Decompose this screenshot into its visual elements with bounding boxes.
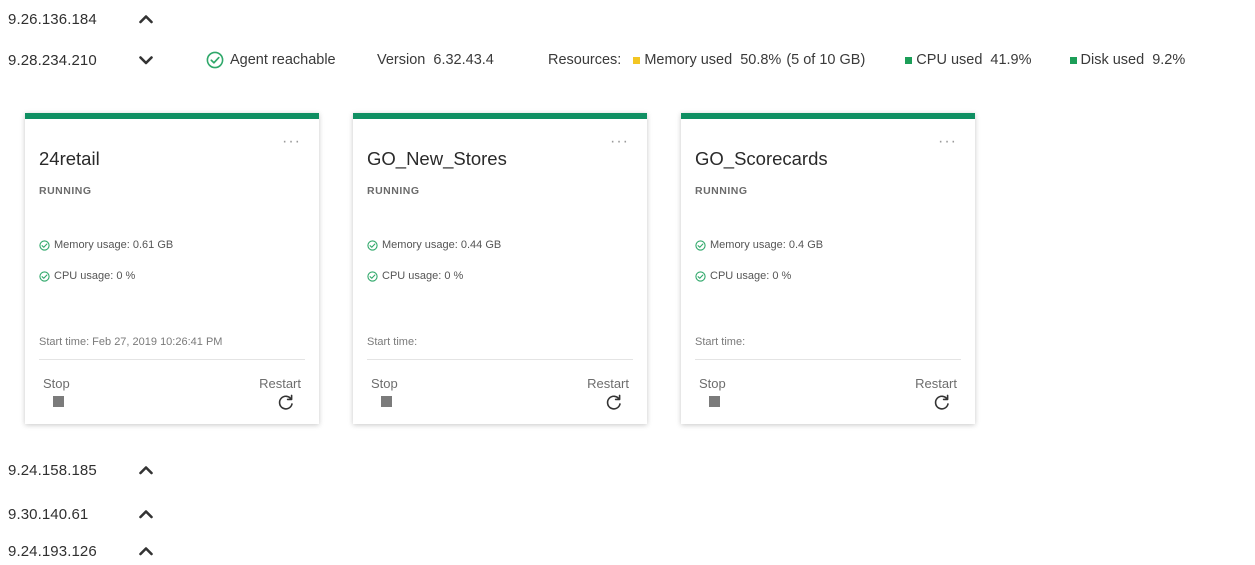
- host-ip: 9.26.136.184: [8, 10, 97, 28]
- service-name: GO_Scorecards: [695, 148, 828, 169]
- host-ip: 9.24.193.126: [8, 542, 97, 560]
- cpu-usage-text: CPU usage: 0 %: [382, 270, 464, 282]
- memory-metric: Memory usage: 0.4 GB: [695, 239, 823, 251]
- host-row: 9.24.193.126: [0, 537, 200, 565]
- resources: Resources: Memory used 50.8% (5 of 10 GB…: [548, 52, 1185, 68]
- memory-legend-swatch: [633, 56, 641, 64]
- more-icon[interactable]: ···: [938, 134, 957, 150]
- chevron-down-icon[interactable]: [138, 54, 154, 66]
- disk-legend-swatch: [1069, 56, 1077, 64]
- check-circle-icon: [367, 239, 378, 251]
- host-row: 9.30.140.61: [0, 500, 200, 528]
- stop-button[interactable]: Stop: [371, 376, 398, 407]
- memory-metric: Memory usage: 0.44 GB: [367, 239, 501, 251]
- service-card: ··· 24retail RUNNING Memory usage: 0.61 …: [25, 113, 319, 424]
- restart-button[interactable]: Restart: [915, 376, 957, 413]
- host-row: 9.24.158.185: [0, 456, 200, 484]
- cpu-used-value: 41.9%: [990, 52, 1032, 68]
- host-ip: 9.24.158.185: [8, 461, 97, 479]
- restart-icon: [934, 394, 949, 410]
- memory-usage-text: Memory usage: 0.61 GB: [54, 239, 174, 251]
- cpu-used-label: CPU used: [916, 52, 983, 68]
- stop-label: Stop: [699, 376, 726, 391]
- memory-usage-text: Memory usage: 0.4 GB: [710, 239, 824, 251]
- disk-used-label: Disk used: [1080, 52, 1145, 68]
- stop-icon: [709, 396, 720, 407]
- agent-status-label: Agent reachable: [230, 52, 336, 68]
- cpu-legend-swatch: [905, 56, 913, 64]
- memory-metric: Memory usage: 0.61 GB: [39, 239, 173, 251]
- service-name: GO_New_Stores: [367, 148, 507, 169]
- memory-used-value: 50.8%: [740, 52, 782, 68]
- divider: [367, 359, 633, 360]
- restart-label: Restart: [915, 376, 957, 391]
- agent-status: Agent reachable: [206, 51, 336, 69]
- chevron-up-icon[interactable]: [138, 464, 154, 476]
- version-value: 6.32.43.4: [433, 52, 494, 68]
- cpu-metric: CPU usage: 0 %: [367, 270, 463, 282]
- version-info: Version 6.32.43.4: [377, 52, 494, 68]
- service-name: 24retail: [39, 148, 100, 169]
- check-circle-icon: [39, 239, 50, 251]
- service-state: RUNNING: [695, 185, 748, 197]
- disk-used-value: 9.2%: [1152, 52, 1186, 68]
- host-row: 9.26.136.184: [0, 5, 200, 33]
- disk-resource: Disk used 9.2%: [1069, 52, 1186, 68]
- start-time: Start time: Feb 27, 2019 10:26:41 PM: [39, 336, 223, 348]
- divider: [695, 359, 961, 360]
- chevron-up-icon[interactable]: [138, 545, 154, 557]
- stop-icon: [381, 396, 392, 407]
- stop-label: Stop: [371, 376, 398, 391]
- service-card: ··· GO_Scorecards RUNNING Memory usage: …: [681, 113, 975, 424]
- restart-label: Restart: [259, 376, 301, 391]
- memory-used-detail: (5 of 10 GB): [786, 52, 866, 68]
- check-circle-icon: [695, 239, 706, 251]
- resources-label: Resources:: [548, 52, 622, 68]
- chevron-up-icon[interactable]: [138, 508, 154, 520]
- more-icon[interactable]: ···: [282, 134, 301, 150]
- check-circle-icon: [206, 51, 224, 69]
- service-state: RUNNING: [367, 185, 420, 197]
- service-state: RUNNING: [39, 185, 92, 197]
- chevron-up-icon[interactable]: [138, 13, 154, 25]
- cpu-usage-text: CPU usage: 0 %: [710, 270, 792, 282]
- check-circle-icon: [367, 270, 378, 282]
- restart-button[interactable]: Restart: [259, 376, 301, 413]
- stop-label: Stop: [43, 376, 70, 391]
- host-ip: 9.28.234.210: [8, 51, 97, 69]
- restart-button[interactable]: Restart: [587, 376, 629, 413]
- cpu-resource: CPU used 41.9%: [905, 52, 1032, 68]
- more-icon[interactable]: ···: [610, 134, 629, 150]
- stop-icon: [53, 396, 64, 407]
- check-circle-icon: [39, 270, 50, 282]
- host-ip: 9.30.140.61: [8, 505, 89, 523]
- start-time: Start time:: [695, 336, 746, 348]
- check-circle-icon: [695, 270, 706, 282]
- restart-label: Restart: [587, 376, 629, 391]
- stop-button[interactable]: Stop: [43, 376, 70, 407]
- restart-icon: [278, 394, 293, 410]
- memory-used-label: Memory used: [644, 52, 733, 68]
- memory-resource: Memory used 50.8% (5 of 10 GB): [633, 52, 865, 68]
- cpu-metric: CPU usage: 0 %: [39, 270, 135, 282]
- cpu-metric: CPU usage: 0 %: [695, 270, 791, 282]
- restart-icon: [606, 394, 621, 410]
- host-row-expanded: 9.28.234.210 Agent reachable Version 6.32…: [0, 46, 1255, 74]
- memory-usage-text: Memory usage: 0.44 GB: [382, 239, 502, 251]
- start-time: Start time:: [367, 336, 418, 348]
- stop-button[interactable]: Stop: [699, 376, 726, 407]
- cpu-usage-text: CPU usage: 0 %: [54, 270, 136, 282]
- divider: [39, 359, 305, 360]
- version-label: Version: [377, 52, 426, 68]
- service-card: ··· GO_New_Stores RUNNING Memory usage: …: [353, 113, 647, 424]
